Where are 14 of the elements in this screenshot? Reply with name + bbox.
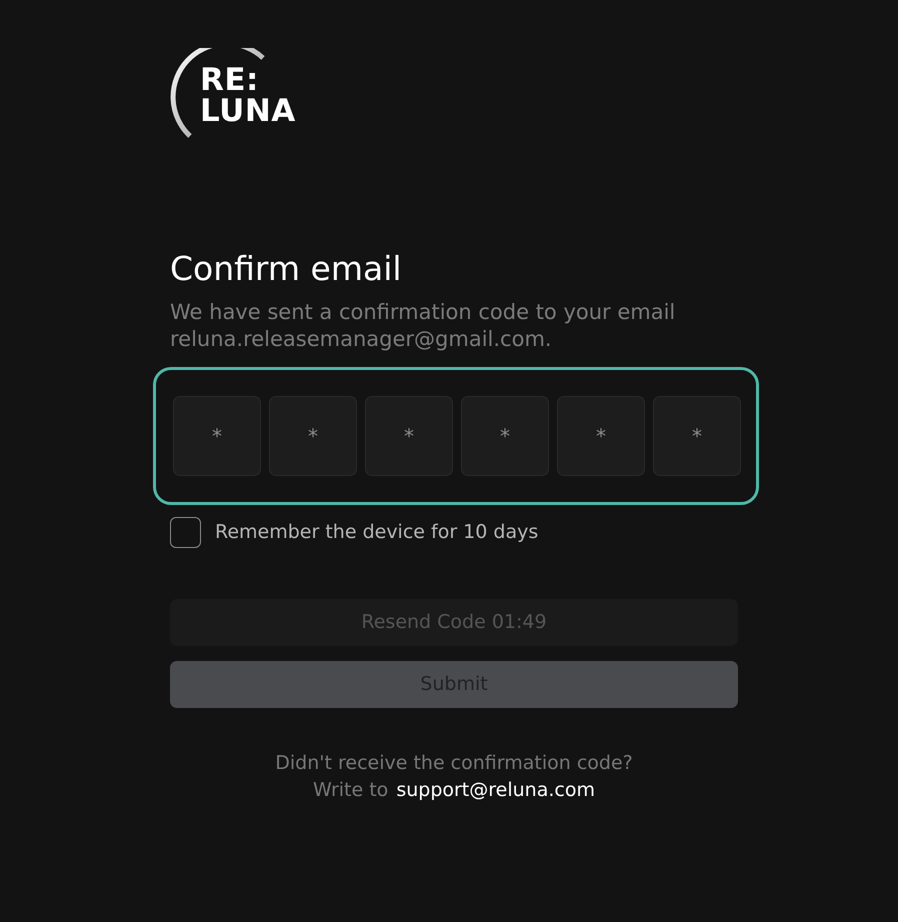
remember-label: Remember the device for 10 days — [215, 520, 538, 545]
code-digit-field[interactable]: * — [365, 396, 453, 476]
code-digit-field[interactable]: * — [173, 396, 261, 476]
help-text: Didn't receive the confirmation code? — [275, 752, 633, 774]
write-to-text: Write to — [313, 778, 388, 801]
code-digit-field[interactable]: * — [653, 396, 741, 476]
code-digit-field[interactable]: * — [461, 396, 549, 476]
code-digit-field[interactable]: * — [557, 396, 645, 476]
remember-checkbox[interactable] — [170, 516, 201, 548]
page-title: Confirm email — [170, 249, 403, 289]
code-digit-field[interactable]: * — [269, 396, 357, 476]
support-email-link[interactable]: support@reluna.com — [396, 778, 595, 801]
description-text: We have sent a confirmation code to your email reluna.releasemanager@gmail.com. — [170, 298, 676, 353]
logo-text: RE: LUNA — [200, 64, 296, 126]
